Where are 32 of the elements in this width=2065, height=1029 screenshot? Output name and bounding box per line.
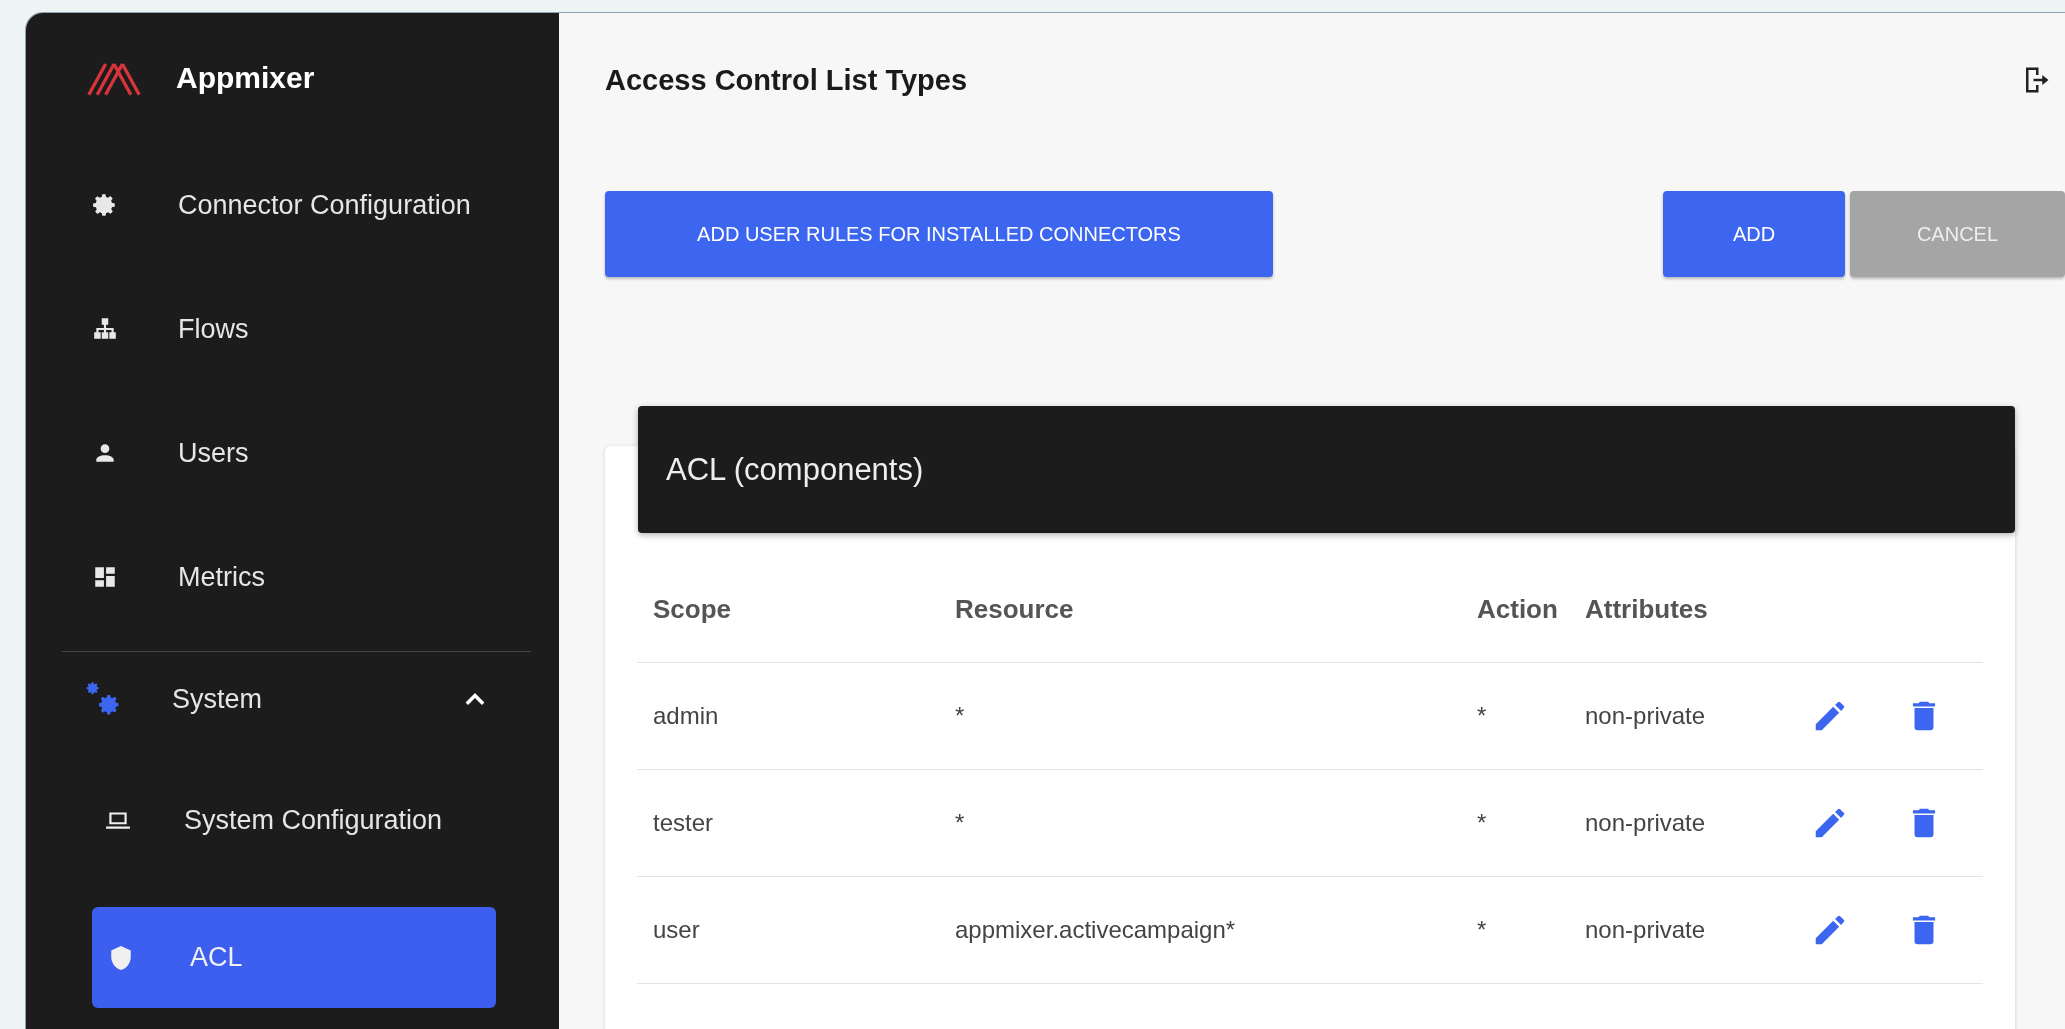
table-cell-text: *: [1476, 916, 1488, 944]
nav-item[interactable]: Users: [26, 391, 559, 515]
table-cell-text: *: [1476, 702, 1488, 730]
brand-name: Appmixer: [176, 61, 315, 95]
table-cell-text: non-private: [1584, 702, 1707, 730]
table-cell-text: non-private: [1584, 916, 1707, 944]
nav-item[interactable]: ACL: [92, 907, 496, 1008]
table-cell-text: appmixer.activecampaign*: [954, 916, 1237, 944]
table-cell-text: *: [954, 702, 966, 730]
sitemap-icon: [92, 316, 118, 342]
column-header: Action: [1476, 593, 1559, 625]
nav-item[interactable]: Flows: [26, 267, 559, 391]
add-user-rules-button[interactable]: ADD USER RULES FOR INSTALLED CONNECTORS: [605, 191, 1273, 277]
nav-item[interactable]: System Configuration: [26, 746, 559, 881]
table-cell-text: admin: [652, 702, 720, 730]
shield-icon: [108, 944, 134, 971]
nav-group[interactable]: System: [26, 652, 559, 746]
table-cell-text: *: [954, 809, 966, 837]
table-cell-text: tester: [652, 809, 715, 837]
page-title: Access Control List Types: [605, 63, 968, 97]
column-header: Scope: [652, 593, 733, 625]
add-button[interactable]: ADD: [1663, 191, 1845, 277]
column-header: Resource: [954, 593, 1075, 625]
gear-icon: [92, 192, 118, 218]
dashboard-icon: [92, 564, 118, 590]
nav-item[interactable]: Metrics: [26, 515, 559, 639]
table-cell-text: *: [1476, 809, 1488, 837]
column-header: Attributes: [1584, 593, 1709, 625]
nav-item[interactable]: Connector Configuration: [26, 143, 559, 267]
table-cell-text: user: [652, 916, 701, 944]
table-cell-text: non-private: [1584, 809, 1707, 837]
card-title: ACL (components): [666, 451, 924, 488]
